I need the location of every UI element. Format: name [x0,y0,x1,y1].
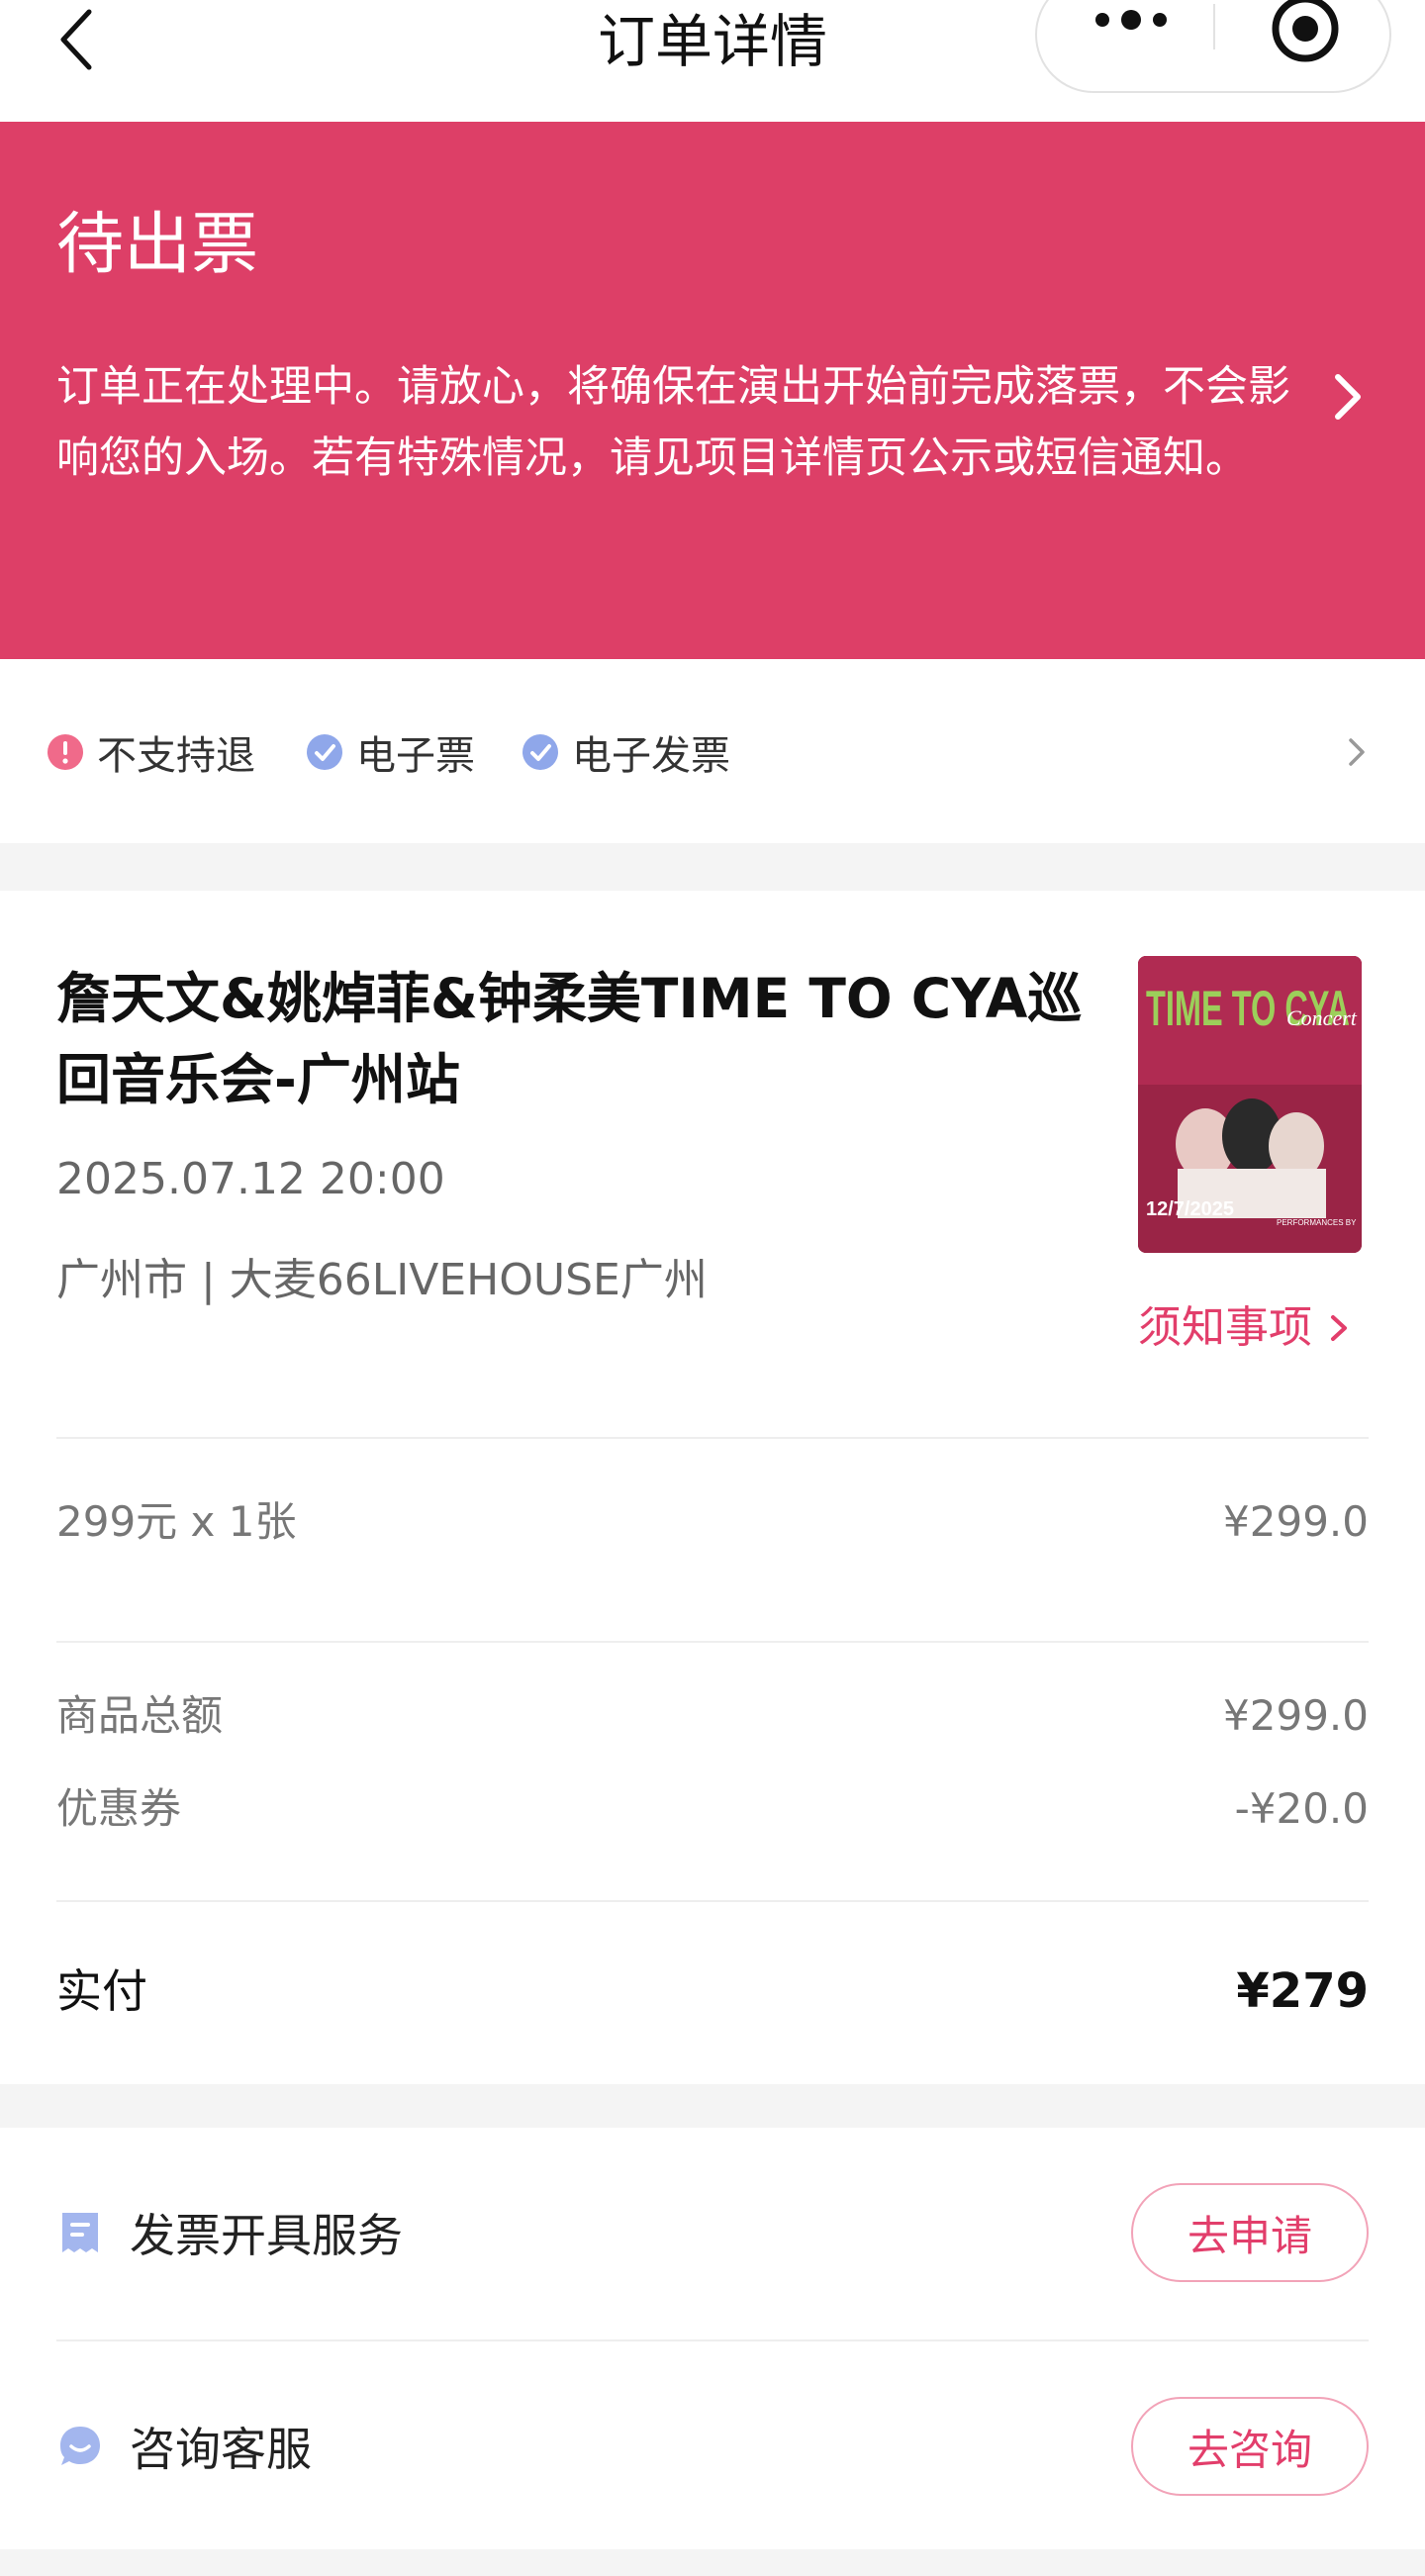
tag-label: 不支持退 [97,733,255,779]
apply-invoice-button[interactable]: 去申请 [1131,2183,1369,2282]
chat-icon [56,2423,104,2470]
divider [56,2339,1369,2341]
nav-bar: 订单详情 [0,0,1425,122]
poster-credits: PERFORMANCES BY [1277,1218,1357,1227]
payment-row: 实付 ¥279 [56,1961,1369,2021]
chevron-right-icon [1326,367,1370,427]
check-icon [307,734,342,770]
service-label: 咨询客服 [130,2423,312,2476]
divider [56,1641,1369,1643]
ticket-line-amount: ¥299.0 [1223,1497,1369,1546]
capsule-divider [1213,4,1215,49]
divider [56,1900,1369,1902]
summary-row: 商品总额 ¥299.0 [56,1686,1369,1746]
summary-label: 优惠券 [56,1784,182,1833]
warning-icon [48,734,83,770]
service-invoice: 发票开具服务 去申请 [56,2183,1369,2282]
divider [56,1437,1369,1439]
tag-e-ticket: 电子票 [307,722,475,782]
status-banner[interactable]: 待出票 订单正在处理中。请放心，将确保在演出开始前完成落票，不会影响您的入场。若… [0,122,1425,659]
invoice-icon [56,2209,104,2256]
order-card: 詹天文&姚焯菲&钟柔美TIME TO CYA巡回音乐会-广州站 2025.07.… [0,891,1425,2084]
notice-link[interactable]: 须知事项 [1138,1298,1350,1358]
status-description: 订单正在处理中。请放心，将确保在演出开始前完成落票，不会影响您的入场。若有特殊情… [56,362,1290,483]
tag-label: 电子发票 [572,733,730,779]
service-label: 发票开具服务 [130,2209,403,2262]
more-dots-icon[interactable] [1087,0,1176,40]
mini-program-capsule [1035,0,1391,93]
tag-e-invoice: 电子发票 [522,722,730,782]
poster-date: 12/7/2025 [1146,1198,1234,1220]
check-icon [522,734,558,770]
notice-label: 须知事项 [1138,1302,1312,1353]
service-support: 咨询客服 去咨询 [56,2397,1369,2496]
summary-label: 商品总额 [56,1691,224,1740]
summary-amount: ¥299.0 [1223,1691,1369,1740]
show-venue: 广州市 | 大麦66LIVEHOUSE广州 [56,1255,708,1305]
chevron-right-icon [1342,730,1372,774]
summary-row: 优惠券 -¥20.0 [56,1779,1369,1839]
payment-label: 实付 [56,1964,147,2018]
ticket-line-label: 299元 x 1张 [56,1497,297,1546]
summary-amount: -¥20.0 [1234,1784,1369,1833]
contact-support-button[interactable]: 去咨询 [1131,2397,1369,2496]
target-icon[interactable] [1271,0,1340,63]
ticket-tags-row[interactable]: 不支持退 电子票 电子发票 [0,659,1425,843]
show-time: 2025.07.12 20:00 [56,1154,445,1204]
show-poster[interactable]: TIME TO CYA Concert 12/7/2025 PERFORMANC… [1138,956,1362,1253]
services-card: 发票开具服务 去申请 咨询客服 去咨询 [0,2128,1425,2549]
chevron-right-icon [1331,1315,1347,1341]
ticket-line-row: 299元 x 1张 ¥299.0 [56,1492,1369,1552]
tag-label: 电子票 [356,733,475,779]
tag-no-refund: 不支持退 [48,722,255,782]
poster-subhead: Concert [1286,1005,1358,1030]
status-title: 待出票 [56,206,259,284]
payment-amount: ¥279 [1236,1963,1369,2019]
show-title[interactable]: 詹天文&姚焯菲&钟柔美TIME TO CYA巡回音乐会-广州站 [56,958,1115,1120]
